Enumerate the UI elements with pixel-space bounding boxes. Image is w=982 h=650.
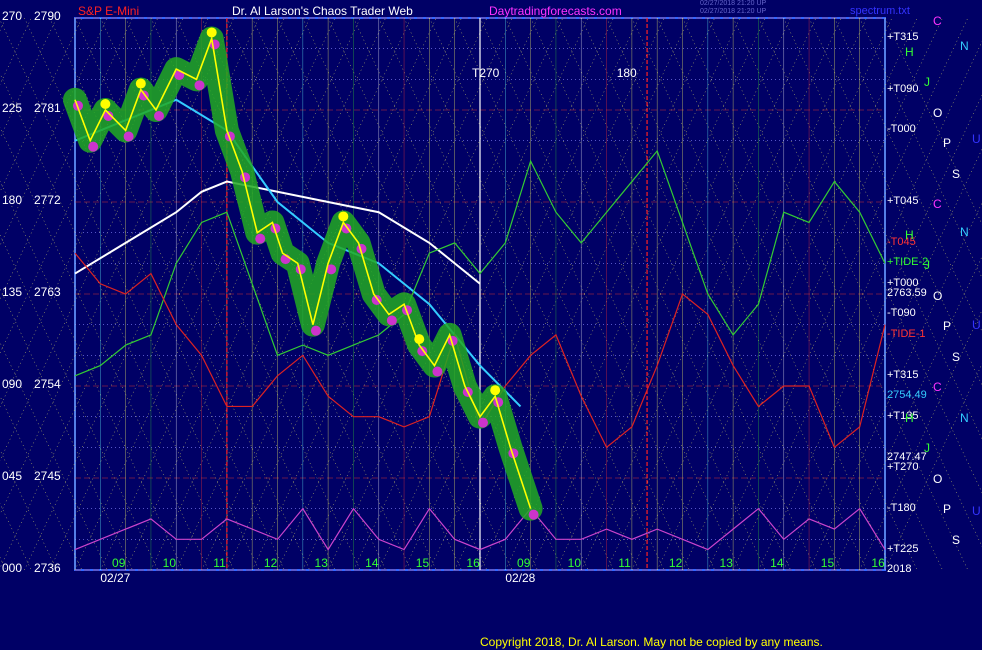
price-dot [255, 233, 266, 244]
sign-letter: S [952, 349, 961, 364]
peak-marker [100, 99, 111, 109]
right-level-label: +T315 [887, 368, 919, 381]
right-level-label: -T180 [887, 501, 916, 514]
top-marker: T270 [472, 66, 500, 80]
site-link[interactable]: Daytradingforecasts.com [489, 5, 622, 18]
sign-letter: S [952, 166, 961, 181]
sign-letter: J [924, 75, 930, 89]
y-price-label: 2763 [34, 285, 61, 299]
node-letter: U [972, 132, 981, 146]
y-angle-label: 135 [2, 285, 23, 299]
x-hour-label: 14 [365, 556, 379, 570]
y-angle-label: 180 [2, 193, 23, 207]
price-dot [478, 417, 488, 428]
y-angle-label: 045 [2, 469, 23, 483]
y-price-label: 2754 [34, 377, 61, 391]
right-level-label: +T225 [887, 542, 919, 555]
right-level-label: -TIDE-1 [887, 327, 926, 340]
node-letter: N [960, 411, 969, 425]
right-level-label: +T090 [887, 82, 919, 95]
y-angle-label: 000 [2, 561, 23, 575]
node-letter: N [960, 39, 969, 53]
y-angle-label: 270 [2, 9, 23, 23]
timestamp-2: 02/27/2018 21:20 UP [700, 8, 767, 15]
x-hour-label: 16 [466, 556, 480, 570]
peak-marker [206, 27, 217, 38]
price-dot [154, 111, 164, 121]
x-hour-label: 12 [263, 556, 278, 570]
x-hour-label: 10 [162, 556, 177, 570]
chart-svg [0, 17, 982, 571]
y-angle-label: 225 [2, 101, 23, 115]
sign-letter: J [924, 258, 930, 272]
instrument-label: S&P E-Mini [78, 4, 140, 18]
y-price-label: 2736 [34, 561, 61, 575]
price-dot [194, 80, 205, 91]
price-dot [123, 131, 134, 142]
sign-letter: H [905, 44, 914, 59]
sign-letter: C [933, 14, 942, 28]
chart-title: Dr. Al Larson's Chaos Trader Web [232, 4, 413, 18]
x-hour-label: 12 [668, 556, 683, 570]
sign-letter: P [943, 136, 952, 150]
x-date-label: 02/27 [100, 571, 131, 585]
price-dot [386, 315, 397, 326]
sign-letter: H [905, 410, 914, 425]
sign-letter: O [933, 105, 943, 120]
x-hour-label: 09 [112, 556, 126, 570]
x-hour-label: 11 [213, 556, 226, 570]
sign-letter: C [933, 380, 942, 394]
right-level-label: +TIDE-2 [887, 256, 929, 269]
price-dot [88, 141, 99, 152]
node-letter: U [972, 318, 981, 332]
sign-letter: H [905, 227, 914, 242]
spectrum-label: spectrum.txt [850, 5, 910, 17]
x-hour-label: 11 [618, 556, 631, 570]
sign-letter: P [943, 319, 952, 333]
copyright-text: Copyright 2018, Dr. Al Larson. May not b… [480, 635, 823, 649]
price-dot [528, 509, 539, 520]
timestamp-1: 02/27/2018 21:20 UP [700, 0, 767, 7]
sign-letter: C [933, 197, 942, 211]
sign-letter: J [924, 441, 930, 455]
right-level-label: +T045 [887, 195, 919, 207]
peak-marker [414, 334, 425, 345]
y-price-label: 2781 [34, 101, 61, 115]
x-hour-label: 13 [719, 556, 733, 570]
peak-marker [490, 385, 501, 396]
chart-window: S&P E-Mini Dr. Al Larson's Chaos Trader … [0, 0, 982, 650]
x-hour-label: 14 [770, 556, 784, 570]
right-level-label: +T270 [887, 460, 919, 473]
y-price-label: 2772 [34, 193, 61, 207]
y-angle-label: 090 [2, 377, 23, 391]
right-level-label: 2754.49 [887, 389, 927, 402]
sign-letter: S [952, 532, 961, 547]
price-dot [310, 325, 321, 336]
x-hour-label: 10 [567, 556, 582, 570]
right-level-label: +T135 [887, 409, 919, 422]
node-letter: N [960, 225, 969, 239]
x-hour-label: 09 [517, 556, 531, 570]
right-level-label: -T000 [887, 123, 916, 136]
sign-letter: O [933, 471, 943, 486]
x-hour-label: 16 [871, 556, 885, 570]
peak-marker [135, 78, 146, 89]
price-dot [432, 366, 443, 377]
x-date-label: 02/28 [505, 571, 536, 585]
sign-letter: O [933, 288, 943, 303]
right-level-label: 2763.59 [887, 287, 927, 299]
x-hour-label: 13 [314, 556, 328, 570]
y-price-label: 2790 [34, 9, 61, 23]
right-level-label: 2018 [887, 563, 912, 575]
peak-marker [338, 211, 349, 222]
right-level-label: -T090 [887, 307, 916, 320]
x-hour-label: 15 [415, 556, 430, 570]
sign-letter: P [943, 502, 952, 516]
top-marker: 180 [616, 66, 637, 80]
right-level-label: +T315 [887, 31, 919, 44]
node-letter: U [972, 504, 981, 518]
x-hour-label: 15 [820, 556, 835, 570]
y-price-label: 2745 [34, 469, 61, 483]
